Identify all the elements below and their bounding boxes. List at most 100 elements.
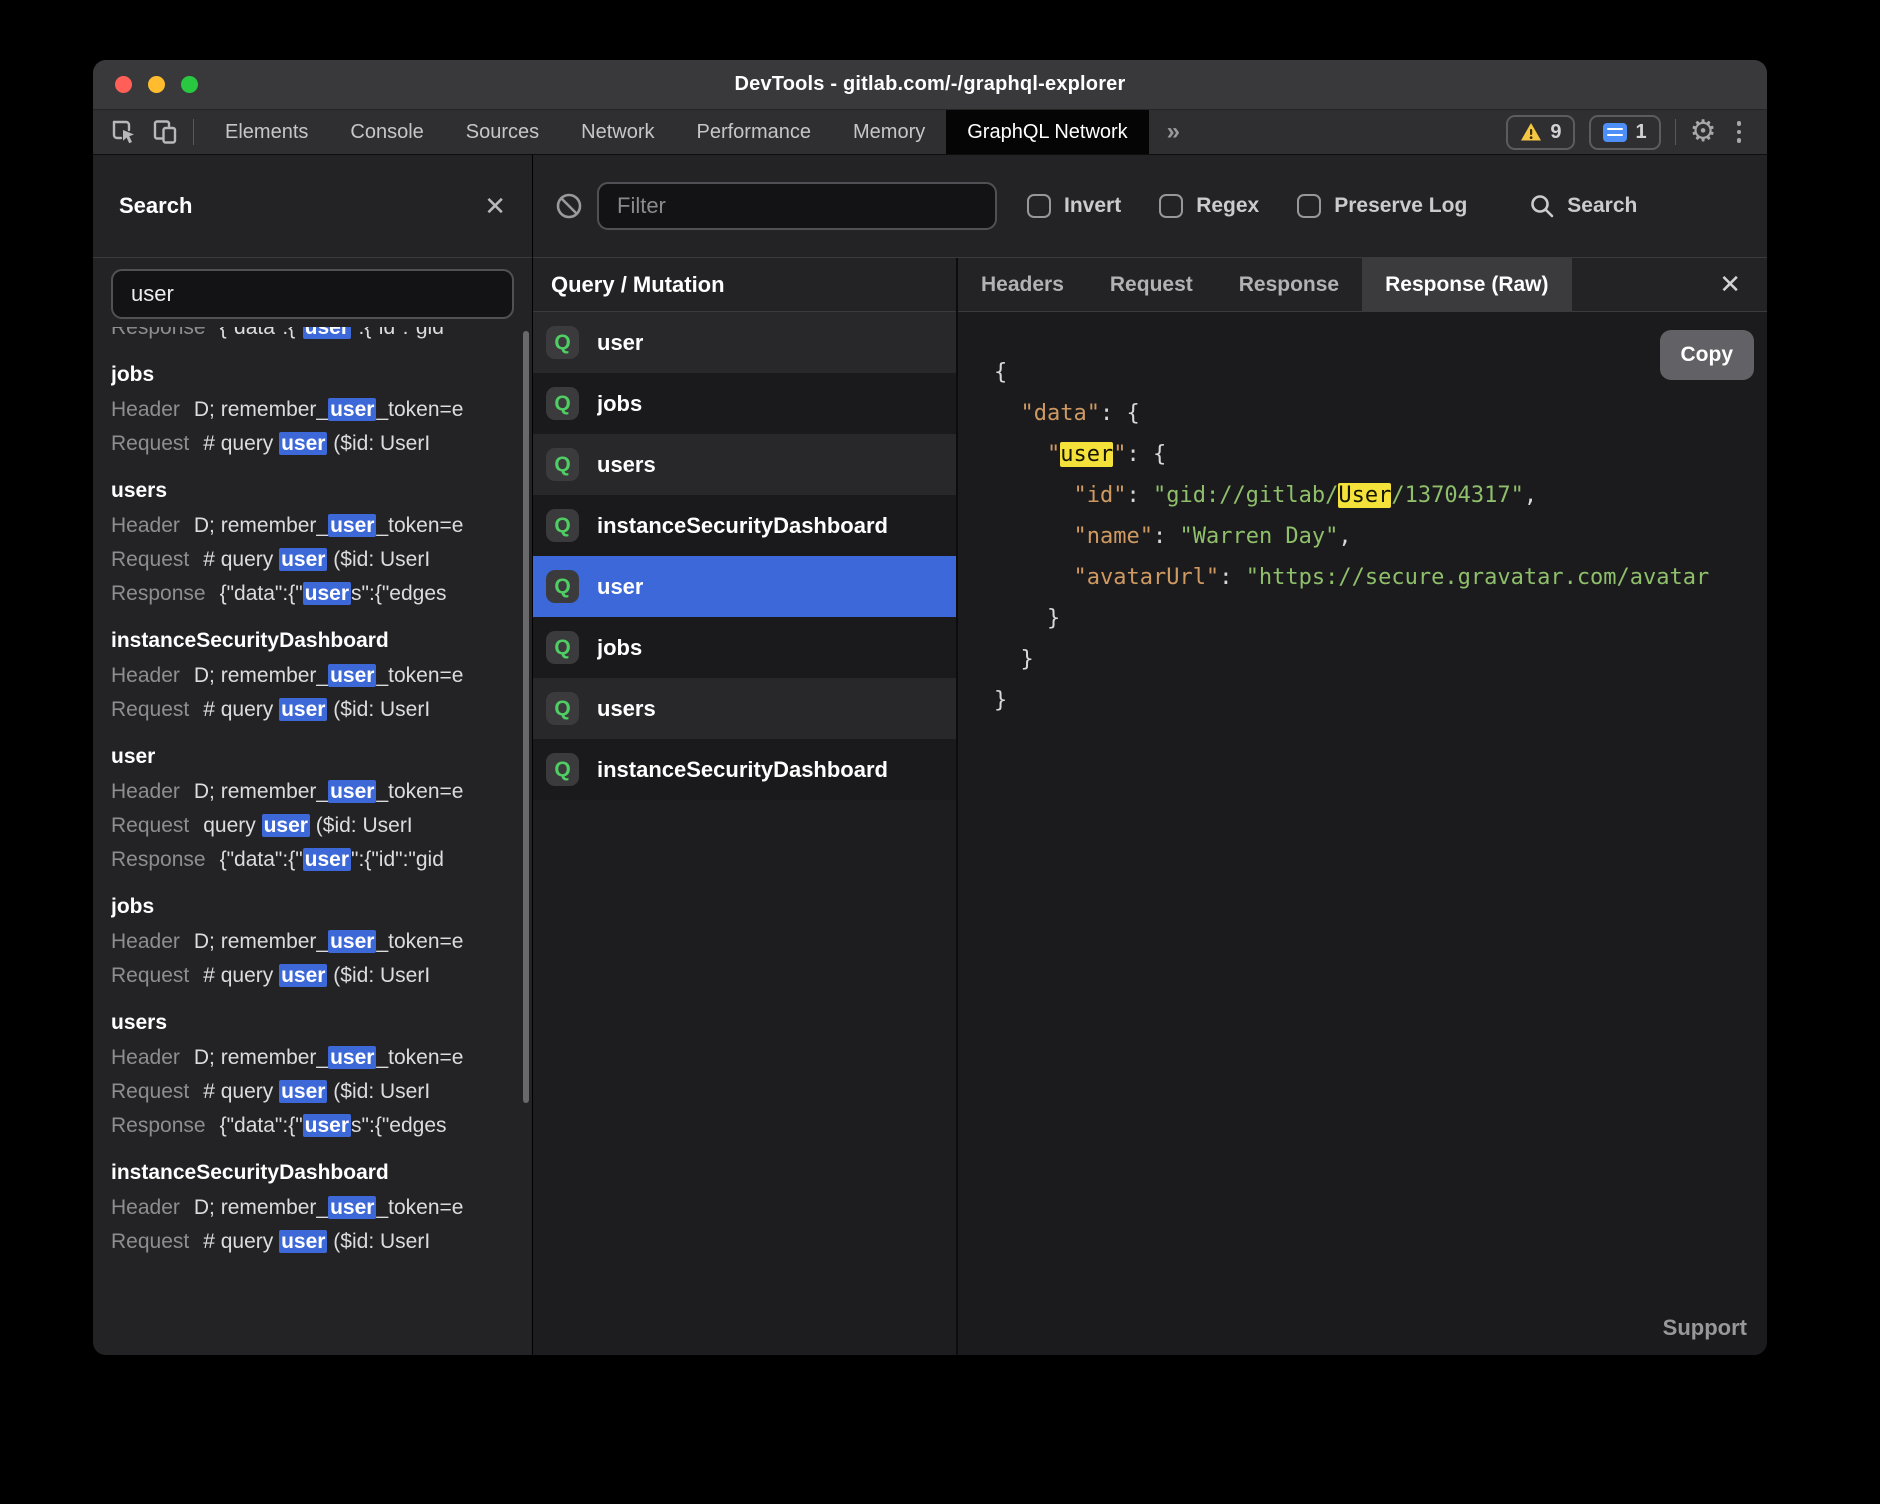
support-link[interactable]: Support bbox=[1663, 1315, 1747, 1341]
search-result-section: userHeaderD; remember_user_token=eReques… bbox=[111, 738, 514, 877]
search-result-row-label: Request bbox=[111, 427, 189, 461]
text-segment: _token=e bbox=[376, 514, 463, 537]
tab-graphql-network[interactable]: GraphQL Network bbox=[946, 110, 1148, 154]
search-input-wrap bbox=[93, 258, 532, 327]
search-toggle-button[interactable]: Search bbox=[1529, 193, 1637, 219]
query-row-jobs[interactable]: Qjobs bbox=[533, 373, 956, 434]
detail-close-icon[interactable]: ✕ bbox=[1693, 258, 1767, 311]
preserve-log-checkbox[interactable]: Preserve Log bbox=[1297, 194, 1467, 218]
detail-tab-response[interactable]: Response bbox=[1216, 258, 1362, 311]
highlighted-match: user bbox=[328, 1046, 376, 1069]
search-result-operation-name[interactable]: user bbox=[111, 738, 514, 775]
text-segment: } bbox=[994, 606, 1060, 631]
checkbox-box[interactable] bbox=[1027, 194, 1051, 218]
search-result-partial-row[interactable]: Response{"data":{"user":{"id":"gid bbox=[111, 327, 514, 345]
json-line: { bbox=[994, 352, 1767, 393]
query-row-label: users bbox=[597, 696, 656, 722]
search-result-row[interactable]: Request# query user ($id: UserI bbox=[111, 1075, 514, 1109]
search-result-row[interactable]: HeaderD; remember_user_token=e bbox=[111, 775, 514, 809]
text-segment: # query bbox=[203, 432, 279, 455]
text-segment: {"data":{" bbox=[220, 582, 303, 605]
tab-performance[interactable]: Performance bbox=[676, 110, 833, 154]
copy-button[interactable]: Copy bbox=[1660, 330, 1755, 380]
search-result-row[interactable]: Request# query user ($id: UserI bbox=[111, 543, 514, 577]
tab-elements[interactable]: Elements bbox=[204, 110, 329, 154]
query-row-users[interactable]: Qusers bbox=[533, 678, 956, 739]
query-row-jobs[interactable]: Qjobs bbox=[533, 617, 956, 678]
regex-checkbox[interactable]: Regex bbox=[1159, 194, 1259, 218]
toolbar-separator bbox=[1675, 119, 1676, 145]
search-result-row-label: Request bbox=[111, 543, 189, 577]
search-result-operation-name[interactable]: users bbox=[111, 472, 514, 509]
search-panel-close-icon[interactable]: ✕ bbox=[484, 193, 506, 219]
detail-tab-request[interactable]: Request bbox=[1087, 258, 1216, 311]
inspect-element-icon[interactable] bbox=[109, 118, 137, 146]
search-result-row[interactable]: Request# query user ($id: UserI bbox=[111, 693, 514, 727]
text-segment: D; remember_ bbox=[194, 514, 328, 537]
search-result-operation-name[interactable]: jobs bbox=[111, 356, 514, 393]
tab-network[interactable]: Network bbox=[560, 110, 675, 154]
search-result-row[interactable]: Requestquery user ($id: UserI bbox=[111, 809, 514, 843]
filter-input[interactable] bbox=[597, 182, 997, 230]
search-result-row[interactable]: Request# query user ($id: UserI bbox=[111, 959, 514, 993]
search-result-row[interactable]: Request# query user ($id: UserI bbox=[111, 1225, 514, 1259]
kebab-menu-icon[interactable] bbox=[1731, 121, 1748, 143]
query-row-user[interactable]: Quser bbox=[533, 556, 956, 617]
more-tabs-button[interactable]: » bbox=[1149, 110, 1198, 154]
query-row-instanceSecurityDashboard[interactable]: QinstanceSecurityDashboard bbox=[533, 495, 956, 556]
tab-console[interactable]: Console bbox=[329, 110, 444, 154]
checkbox-box[interactable] bbox=[1159, 194, 1183, 218]
query-row-instanceSecurityDashboard[interactable]: QinstanceSecurityDashboard bbox=[533, 739, 956, 800]
settings-gear-icon[interactable]: ⚙ bbox=[1690, 117, 1717, 147]
text-segment: , bbox=[1338, 524, 1351, 549]
query-type-badge: Q bbox=[546, 448, 579, 481]
search-result-operation-name[interactable]: instanceSecurityDashboard bbox=[111, 1154, 514, 1191]
search-result-row[interactable]: Response{"data":{"user":{"id":"gid bbox=[111, 843, 514, 877]
minimize-window-button[interactable] bbox=[148, 76, 165, 93]
invert-checkbox[interactable]: Invert bbox=[1027, 194, 1121, 218]
toggle-device-toolbar-icon[interactable] bbox=[151, 118, 179, 146]
search-result-operation-name[interactable]: instanceSecurityDashboard bbox=[111, 622, 514, 659]
detail-tab-headers[interactable]: Headers bbox=[958, 258, 1087, 311]
query-row-users[interactable]: Qusers bbox=[533, 434, 956, 495]
search-result-row[interactable]: HeaderD; remember_user_token=e bbox=[111, 1191, 514, 1225]
toolbar-left-icons bbox=[93, 110, 204, 154]
text-segment: # query bbox=[203, 1080, 279, 1103]
search-result-row[interactable]: Response{"data":{"users":{"edges bbox=[111, 577, 514, 611]
warnings-count: 9 bbox=[1550, 121, 1561, 144]
search-result-row[interactable]: HeaderD; remember_user_token=e bbox=[111, 1041, 514, 1075]
text-segment: ($id: UserI bbox=[327, 1230, 430, 1253]
search-result-row[interactable]: HeaderD; remember_user_token=e bbox=[111, 925, 514, 959]
search-result-row[interactable]: Request# query user ($id: UserI bbox=[111, 427, 514, 461]
search-panel-scrollbar[interactable] bbox=[523, 331, 529, 1103]
search-result-row[interactable]: HeaderD; remember_user_token=e bbox=[111, 509, 514, 543]
json-line: } bbox=[994, 680, 1767, 721]
warnings-badge[interactable]: 9 bbox=[1506, 115, 1575, 150]
detail-tab-response-raw[interactable]: Response (Raw) bbox=[1362, 258, 1571, 311]
text-segment: /13704317" bbox=[1391, 483, 1523, 508]
highlighted-match: user bbox=[328, 780, 376, 803]
search-result-operation-name[interactable]: jobs bbox=[111, 888, 514, 925]
tab-sources[interactable]: Sources bbox=[445, 110, 560, 154]
tab-memory[interactable]: Memory bbox=[832, 110, 946, 154]
search-result-operation-name[interactable]: users bbox=[111, 1004, 514, 1041]
query-row-user[interactable]: Quser bbox=[533, 312, 956, 373]
query-row-label: jobs bbox=[597, 391, 642, 417]
search-result-row[interactable]: Response{"data":{"users":{"edges bbox=[111, 1109, 514, 1143]
issues-badge[interactable]: 1 bbox=[1589, 115, 1660, 150]
clear-block-icon[interactable] bbox=[555, 192, 583, 220]
search-panel-title: Search bbox=[119, 193, 192, 219]
zoom-window-button[interactable] bbox=[181, 76, 198, 93]
json-line: "avatarUrl": "https://secure.gravatar.co… bbox=[994, 557, 1767, 598]
warning-triangle-icon bbox=[1520, 122, 1542, 142]
text-segment: ":{"id":"gid bbox=[351, 848, 444, 871]
search-result-section: jobsHeaderD; remember_user_token=eReques… bbox=[111, 356, 514, 461]
search-result-row[interactable]: HeaderD; remember_user_token=e bbox=[111, 393, 514, 427]
close-window-button[interactable] bbox=[115, 76, 132, 93]
search-input[interactable] bbox=[111, 269, 514, 319]
json-line: } bbox=[994, 598, 1767, 639]
search-toggle-label: Search bbox=[1567, 194, 1637, 218]
checkbox-box[interactable] bbox=[1297, 194, 1321, 218]
checkbox-label: Preserve Log bbox=[1334, 194, 1467, 218]
search-result-row[interactable]: HeaderD; remember_user_token=e bbox=[111, 659, 514, 693]
